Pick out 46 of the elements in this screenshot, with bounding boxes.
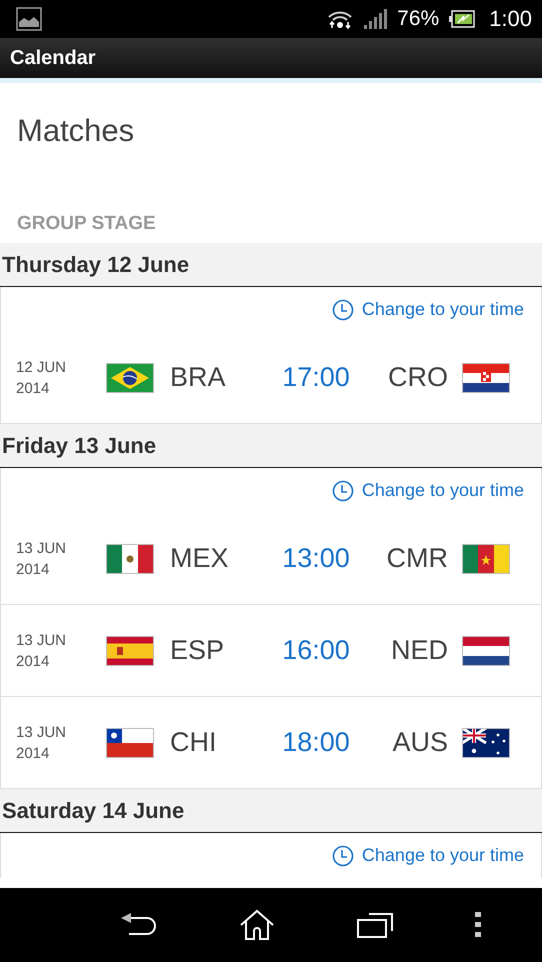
app-title: Calendar: [10, 46, 96, 70]
battery-percent: 76%: [397, 7, 440, 31]
change-time-link[interactable]: Change to your time: [332, 298, 524, 320]
clock-icon: [332, 480, 354, 502]
match-date: 13 JUN 2014: [16, 538, 68, 580]
flag-icon: [106, 362, 154, 392]
image-icon: [16, 7, 42, 31]
kickoff-time: 13:00: [282, 543, 350, 574]
kickoff-time: 18:00: [282, 727, 350, 758]
section-heading: GROUP STAGE: [16, 212, 157, 236]
kickoff-time: 16:00: [282, 635, 350, 666]
team-code: CRO: [387, 362, 449, 393]
day-label: Saturday 14 June: [2, 798, 184, 824]
clock-icon: [332, 298, 354, 320]
flag-icon: [462, 544, 510, 574]
home-icon[interactable]: [239, 909, 275, 941]
day-label: Friday 13 June: [2, 432, 156, 458]
signal-icon: [363, 8, 388, 30]
battery-charging-icon: [449, 10, 476, 28]
change-time-link[interactable]: Change to your time: [332, 844, 524, 866]
kickoff-time: 17:00: [282, 362, 350, 393]
team-code: NED: [390, 635, 449, 666]
day-label: Thursday 12 June: [2, 252, 190, 278]
team-code: AUS: [391, 727, 449, 758]
recent-apps-icon[interactable]: [357, 912, 393, 938]
flag-icon: [462, 636, 510, 666]
page-title: Matches: [16, 112, 136, 150]
menu-icon[interactable]: [475, 912, 481, 938]
team-code: CMR: [386, 543, 449, 574]
team-code: MEX: [169, 543, 230, 574]
flag-icon: [106, 636, 154, 666]
change-time-link[interactable]: Change to your time: [332, 480, 524, 502]
clock: 1:00: [489, 6, 532, 32]
team-code: BRA: [169, 362, 227, 393]
flag-icon: [106, 544, 154, 574]
team-code: CHI: [169, 727, 218, 758]
back-icon[interactable]: [121, 912, 157, 938]
team-code: ESP: [169, 635, 226, 666]
match-date: 13 JUN 2014: [16, 630, 68, 672]
flag-icon: [462, 362, 510, 392]
flag-icon: [462, 728, 510, 758]
match-date: 13 JUN 2014: [16, 722, 68, 764]
match-date: 12 JUN 2014: [16, 358, 68, 398]
wifi-icon: [327, 9, 354, 29]
flag-icon: [106, 728, 154, 758]
clock-icon: [332, 844, 354, 866]
